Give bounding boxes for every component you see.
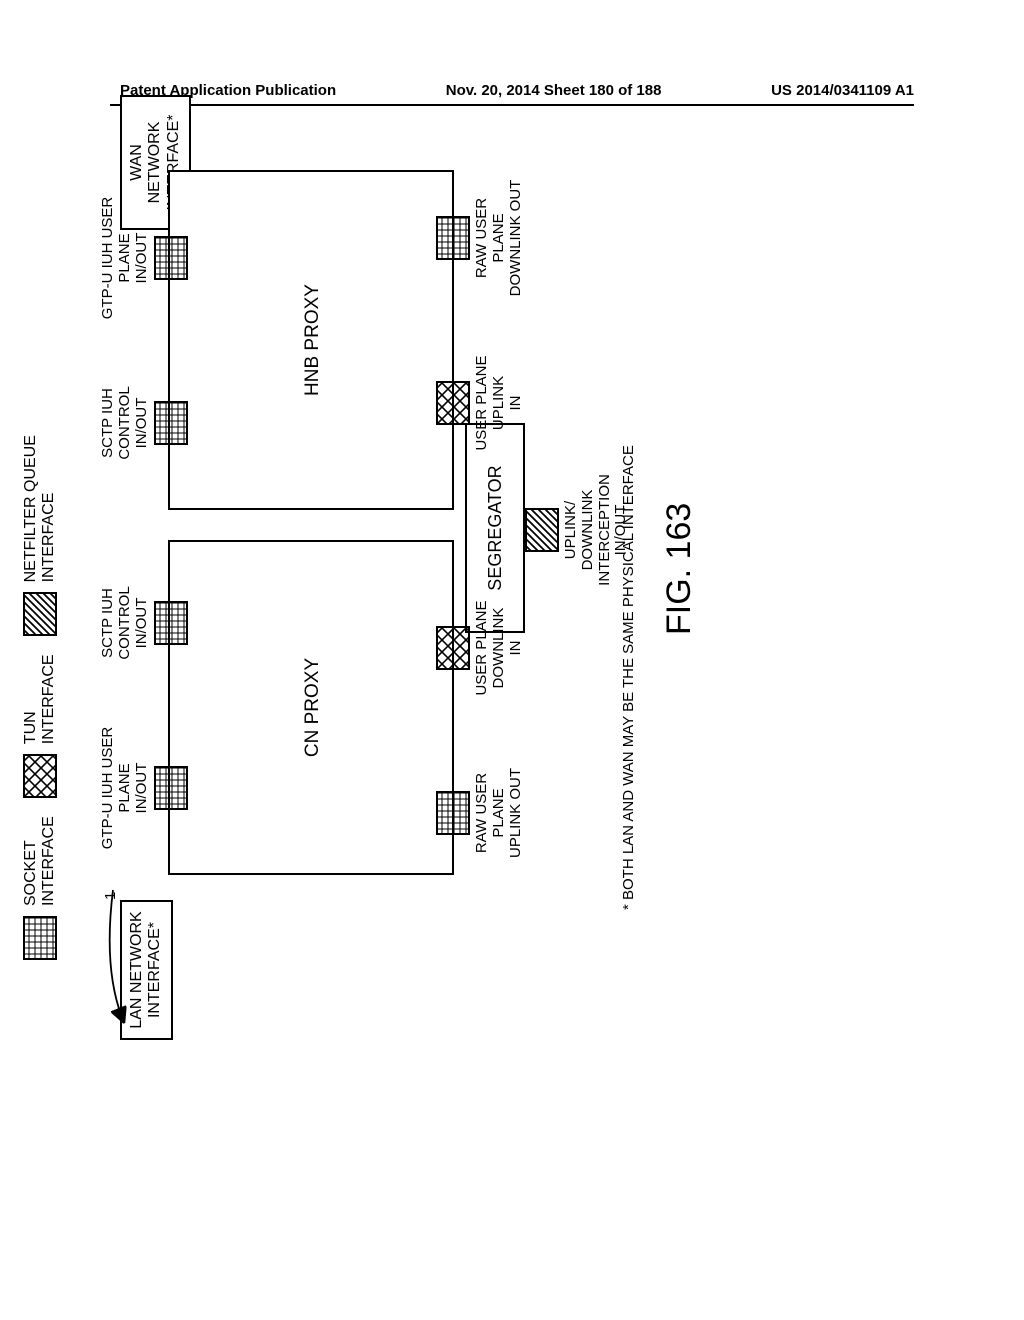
- header-rule: [110, 104, 914, 106]
- cn-sctp-port: SCTP IUH CONTROL IN/OUT: [100, 548, 188, 698]
- hnb-proxy-block: HNB PROXY SCTP IUH CONTROL IN/OUT GTP-U …: [168, 170, 454, 510]
- cn-raw-uplink-port: RAW USER PLANE UPLINK OUT: [436, 738, 524, 888]
- hnb-proxy-title: HNB PROXY: [302, 172, 324, 508]
- segregator-intercept-port: UPLINK/ DOWNLINK INTERCEPTION IN/OUT: [525, 455, 630, 605]
- legend-socket-label: SOCKET INTERFACE: [22, 816, 57, 906]
- cn-raw-uplink-label: RAW USER PLANE UPLINK OUT: [474, 768, 524, 858]
- cn-proxy-block: CN PROXY GTP-U IUH USER PLANE IN/OUT SCT…: [168, 540, 454, 875]
- legend-netfilter-label: NETFILTER QUEUE INTERFACE: [22, 435, 57, 582]
- cn-gtpu-label: GTP-U IUH USER PLANE IN/OUT: [100, 727, 150, 850]
- legend-netfilter: NETFILTER QUEUE INTERFACE: [22, 435, 57, 636]
- hnb-raw-dnlink-port: RAW USER PLANE DOWNLINK OUT: [436, 163, 524, 313]
- socket-icon: [23, 916, 57, 960]
- cn-sctp-label: SCTP IUH CONTROL IN/OUT: [100, 586, 150, 659]
- tun-icon: [23, 754, 57, 798]
- socket-icon: [154, 401, 188, 445]
- figure-caption: FIG. 163: [660, 503, 699, 635]
- cn-proxy-title: CN PROXY: [302, 542, 324, 873]
- tun-icon: [436, 381, 470, 425]
- segregator-block: SEGREGATOR: [465, 423, 525, 633]
- ref-arrow: [105, 880, 145, 1040]
- socket-icon: [436, 216, 470, 260]
- cn-gtpu-port: GTP-U IUH USER PLANE IN/OUT: [100, 713, 188, 863]
- netfilter-icon: [525, 508, 559, 552]
- hnb-sctp-label: SCTP IUH CONTROL IN/OUT: [100, 386, 150, 459]
- hnb-sctp-port: SCTP IUH CONTROL IN/OUT: [100, 348, 188, 498]
- netfilter-icon: [23, 592, 57, 636]
- segregator-title: SEGREGATOR: [485, 465, 506, 590]
- hnb-raw-dnlink-label: RAW USER PLANE DOWNLINK OUT: [474, 180, 524, 297]
- socket-icon: [154, 766, 188, 810]
- legend-socket: SOCKET INTERFACE: [22, 816, 57, 960]
- legend-row: SOCKET INTERFACE TUN INTERFACE: [10, 120, 70, 960]
- hnb-gtpu-port: GTP-U IUH USER PLANE IN/OUT: [100, 183, 188, 333]
- legend-tun: TUN INTERFACE: [22, 654, 57, 798]
- legend-tun-label: TUN INTERFACE: [22, 654, 57, 744]
- socket-icon: [154, 601, 188, 645]
- socket-icon: [436, 791, 470, 835]
- header-right: US 2014/0341109 A1: [771, 82, 914, 99]
- header-center: Nov. 20, 2014 Sheet 180 of 188: [446, 82, 662, 99]
- hnb-gtpu-label: GTP-U IUH USER PLANE IN/OUT: [100, 197, 150, 320]
- figure-diagram: SOCKET INTERFACE TUN INTERFACE: [10, 260, 1010, 1040]
- socket-icon: [154, 236, 188, 280]
- footnote: * BOTH LAN AND WAN MAY BE THE SAME PHYSI…: [620, 445, 637, 910]
